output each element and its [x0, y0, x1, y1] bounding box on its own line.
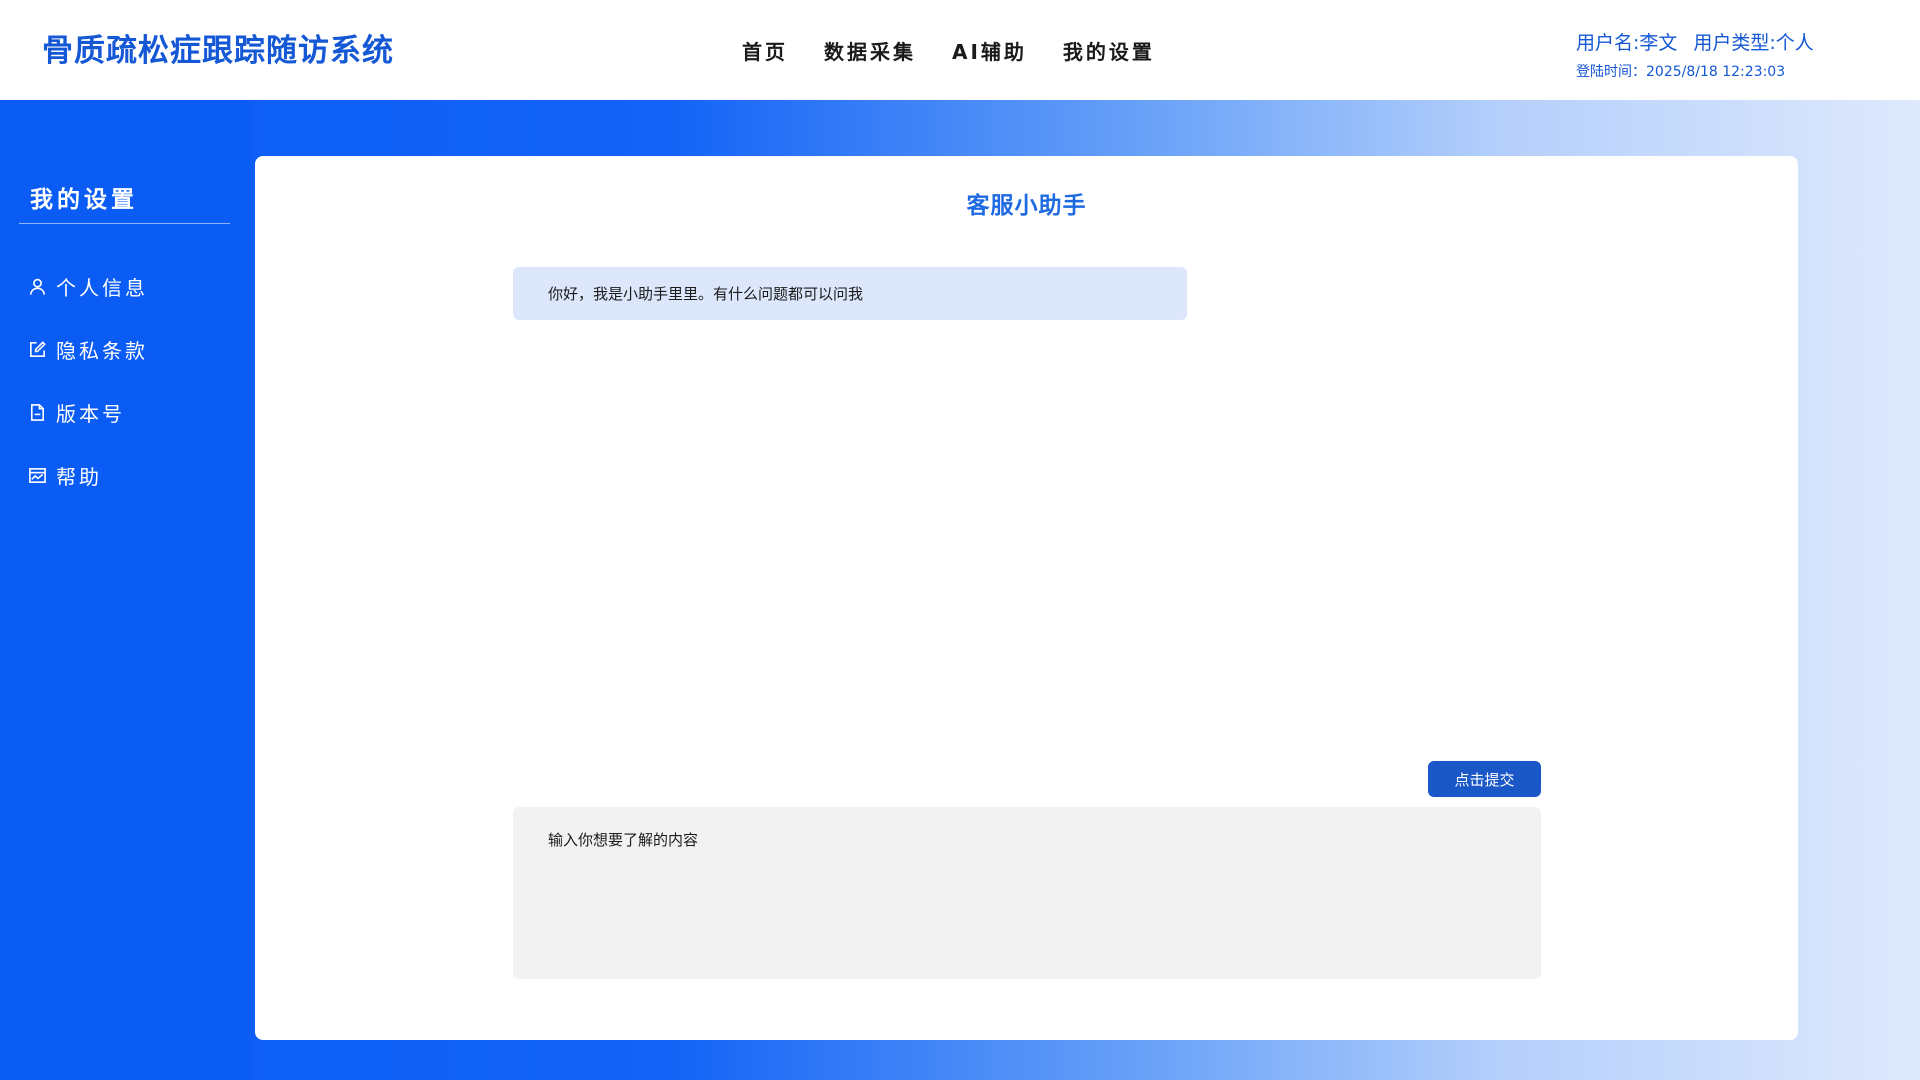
nav-item-my-settings[interactable]: 我的设置: [1063, 36, 1155, 65]
user-line: 用户名:李文 用户类型:个人: [1576, 28, 1814, 55]
document-icon: [28, 403, 47, 422]
nav-item-ai-assist[interactable]: AI辅助: [952, 36, 1027, 65]
nav-item-data-collection[interactable]: 数据采集: [824, 36, 916, 65]
content-background: 我的设置 个人信息 隐私条款 版本号 帮助 客服小助手 你好，我是小助手里里。有…: [0, 100, 1920, 1080]
sidebar-item-help[interactable]: 帮助: [28, 461, 102, 490]
image-icon: [28, 466, 47, 485]
sidebar-divider: [19, 223, 230, 224]
sidebar-item-privacy-terms[interactable]: 隐私条款: [28, 335, 148, 364]
sidebar-item-label: 个人信息: [56, 276, 148, 300]
sidebar-item-label: 版本号: [56, 402, 125, 426]
main-nav: 首页 数据采集 AI辅助 我的设置: [742, 36, 1155, 65]
sidebar-item-version[interactable]: 版本号: [28, 398, 125, 427]
submit-button[interactable]: 点击提交: [1428, 761, 1541, 797]
chat-panel: 客服小助手 你好，我是小助手里里。有什么问题都可以问我 点击提交: [255, 156, 1798, 1040]
sidebar-title: 我的设置: [30, 187, 138, 213]
panel-title: 客服小助手: [966, 193, 1087, 219]
chat-input[interactable]: [513, 807, 1541, 979]
nav-item-home[interactable]: 首页: [742, 36, 788, 65]
login-time: 登陆时间：2025/8/18 12:23:03: [1576, 64, 1786, 80]
user-icon: [28, 277, 47, 296]
user-name: 用户名:李文: [1576, 32, 1678, 54]
bot-message-bubble: 你好，我是小助手里里。有什么问题都可以问我: [513, 267, 1187, 320]
sidebar-item-label: 帮助: [56, 465, 102, 489]
edit-icon: [28, 340, 47, 359]
sidebar-item-label: 隐私条款: [56, 339, 148, 363]
sidebar-item-personal-info[interactable]: 个人信息: [28, 272, 148, 301]
user-type: 用户类型:个人: [1693, 32, 1814, 54]
app-title: 骨质疏松症跟踪随访系统: [42, 33, 394, 69]
user-info: 用户名:李文 用户类型:个人 登陆时间：2025/8/18 12:23:03: [1576, 28, 1814, 81]
top-header: 骨质疏松症跟踪随访系统 首页 数据采集 AI辅助 我的设置 用户名:李文 用户类型…: [0, 0, 1920, 100]
sidebar: 我的设置 个人信息 隐私条款 版本号 帮助: [0, 100, 250, 1080]
